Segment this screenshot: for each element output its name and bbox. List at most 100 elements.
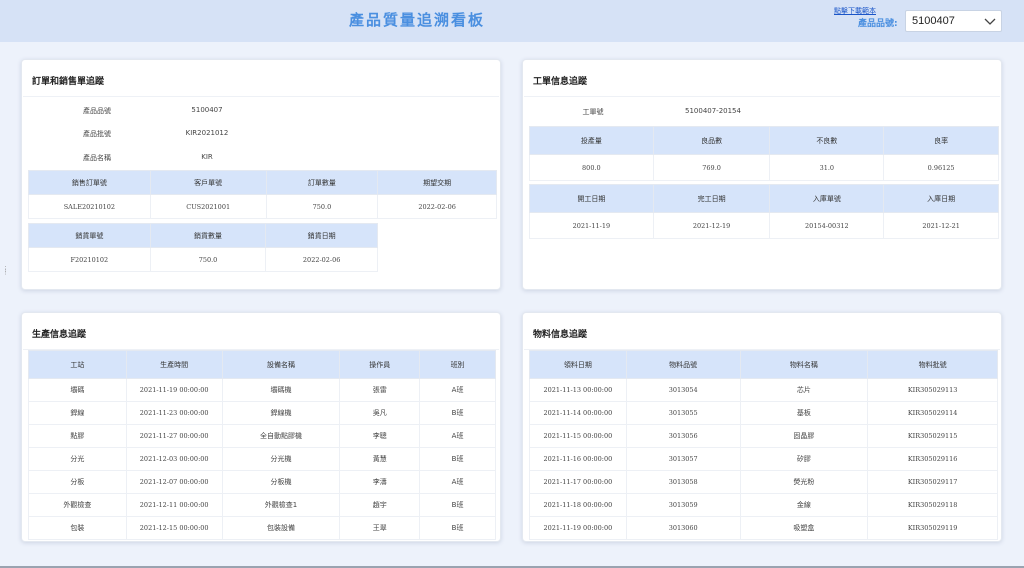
- table-cell: 2022-02-06: [377, 194, 497, 219]
- sales-delivery-table: 銷貨單號 銷貨數量 銷貨日期 F20210102 750.0 2022-02-0…: [28, 223, 378, 272]
- table-cell: 包裝設備: [221, 516, 341, 540]
- download-template-link[interactable]: 點擊下載範本: [834, 6, 876, 16]
- table-cell: 3013059: [625, 493, 741, 517]
- column-header: 物料名稱: [739, 350, 869, 379]
- table-cell: 3013058: [625, 470, 741, 494]
- table-row: 800.0 769.0 31.0 0.96125: [529, 154, 999, 181]
- table-cell: A班: [419, 424, 496, 448]
- column-header: 入庫日期: [883, 184, 999, 213]
- column-header: 工站: [28, 350, 127, 379]
- table-cell: 芯片: [739, 378, 869, 402]
- column-header: 投產量: [529, 126, 654, 155]
- column-header: 入庫單號: [769, 184, 885, 213]
- table-cell: 2021-11-17 00:00:00: [529, 470, 627, 494]
- column-header: 銷貨數量: [149, 223, 267, 248]
- column-header: 班別: [419, 350, 496, 379]
- product-code-value: 5100407: [912, 15, 955, 27]
- table-cell: 分板: [28, 470, 127, 494]
- table-cell: 3013057: [625, 447, 741, 471]
- production-table: 工站 生產時間 設備名稱 操作員 班別 壩碼 2021-11-19 00:00:…: [28, 350, 496, 540]
- table-cell: B班: [419, 401, 496, 425]
- column-header: 物料品號: [625, 350, 741, 379]
- table-cell: 銲線: [28, 401, 127, 425]
- table-cell: 2021-11-18 00:00:00: [529, 493, 627, 517]
- work-order-panel: 工單信息追蹤 工單號 5100407-20154 投產量 良品數 不良數 良率 …: [522, 59, 1002, 290]
- table-cell: 基板: [739, 401, 869, 425]
- page-title: 產品質量追溯看板: [348, 11, 485, 29]
- column-header: 領料日期: [529, 350, 627, 379]
- table-cell: KIR305029114: [867, 401, 998, 425]
- column-header: 銷售訂單號: [28, 170, 151, 195]
- table-row: 2021-11-19 00:00:00 3013060 吸塑盒 KIR30502…: [529, 516, 998, 540]
- column-header: 設備名稱: [221, 350, 341, 379]
- table-cell: 0.96125: [883, 154, 999, 181]
- column-header: 訂單數量: [265, 170, 379, 195]
- table-cell: 分板機: [221, 470, 341, 494]
- table-cell: 分光機: [221, 447, 341, 471]
- table-cell: 熒光粉: [739, 470, 869, 494]
- sales-order-table: 銷售訂單號 客戶單號 訂單數量 期望交期 SALE20210102 CUS202…: [28, 170, 497, 219]
- table-row: F20210102 750.0 2022-02-06: [28, 247, 378, 272]
- table-row: 2021-11-14 00:00:00 3013055 基板 KIR305029…: [529, 401, 998, 425]
- column-header: 良品數: [652, 126, 771, 155]
- table-cell: 銲線機: [221, 401, 341, 425]
- column-header: 銷貨單號: [28, 223, 151, 248]
- field-value: KIR: [201, 153, 213, 161]
- order-sales-panel: 訂單和銷售單追蹤 產品品號 5100407 產品批號 KIR2021012 產品…: [21, 59, 501, 290]
- field-label: 產品批號: [83, 130, 111, 138]
- table-row: 分板 2021-12-07 00:00:00 分板機 李濤 A班: [28, 470, 496, 494]
- table-cell: 750.0: [149, 247, 267, 272]
- field-value: 5100407-20154: [685, 107, 741, 115]
- table-cell: B班: [419, 516, 496, 540]
- product-code-label: 產品品號:: [858, 19, 898, 29]
- field-label: 產品品號: [83, 107, 111, 115]
- table-cell: 2021-12-03 00:00:00: [125, 447, 223, 471]
- table-cell: F20210102: [28, 247, 151, 272]
- table-cell: 800.0: [529, 154, 654, 181]
- column-header: 良率: [883, 126, 999, 155]
- drag-handle-icon[interactable]: ⋮ ⋮: [2, 266, 9, 278]
- chevron-down-icon: [984, 18, 996, 25]
- table-cell: 2021-11-19 00:00:00: [529, 516, 627, 540]
- panel-title: 訂單和銷售單追蹤: [32, 77, 105, 87]
- table-cell: 2021-12-11 00:00:00: [125, 493, 223, 517]
- table-cell: 黃慧: [339, 447, 421, 471]
- table-cell: B班: [419, 493, 496, 517]
- column-header: 客戶單號: [149, 170, 267, 195]
- table-cell: 769.0: [652, 154, 771, 181]
- table-cell: 3013054: [625, 378, 741, 402]
- field-value: KIR2021012: [185, 129, 229, 137]
- table-cell: 2021-11-14 00:00:00: [529, 401, 627, 425]
- table-cell: 張雷: [339, 378, 421, 402]
- column-header: 開工日期: [529, 184, 654, 213]
- table-cell: 2021-11-27 00:00:00: [125, 424, 223, 448]
- table-cell: 李濤: [339, 470, 421, 494]
- table-cell: 趙宇: [339, 493, 421, 517]
- field-value: 5100407: [191, 106, 223, 114]
- production-panel: 生產信息追蹤 工站 生產時間 設備名稱 操作員 班別 壩碼 2021-11-19…: [21, 312, 501, 542]
- table-row: 壩碼 2021-11-19 00:00:00 壩碼機 張雷 A班: [28, 378, 496, 402]
- table-cell: KIR305029118: [867, 493, 998, 517]
- material-table: 領料日期 物料品號 物料名稱 物料批號 2021-11-13 00:00:00 …: [529, 350, 998, 540]
- table-row: 2021-11-17 00:00:00 3013058 熒光粉 KIR30502…: [529, 470, 998, 494]
- work-date-table: 開工日期 完工日期 入庫單號 入庫日期 2021-11-19 2021-12-1…: [529, 184, 999, 239]
- table-cell: 外觀檢查1: [221, 493, 341, 517]
- table-row: 點膠 2021-11-27 00:00:00 全自動點膠機 李聰 A班: [28, 424, 496, 448]
- column-header: 期望交期: [377, 170, 497, 195]
- table-cell: 外觀檢查: [28, 493, 127, 517]
- table-row: 2021-11-13 00:00:00 3013054 芯片 KIR305029…: [529, 378, 998, 402]
- table-cell: 全自動點膠機: [221, 424, 341, 448]
- panel-title: 工單信息追蹤: [533, 77, 588, 87]
- table-row: 2021-11-19 2021-12-19 20154-00312 2021-1…: [529, 212, 999, 239]
- panel-title: 生產信息追蹤: [32, 330, 87, 340]
- table-row: 外觀檢查 2021-12-11 00:00:00 外觀檢查1 趙宇 B班: [28, 493, 496, 517]
- table-cell: 2021-12-21: [883, 212, 999, 239]
- table-cell: 2021-11-15 00:00:00: [529, 424, 627, 448]
- table-cell: 壩碼: [28, 378, 127, 402]
- table-row: 銲線 2021-11-23 00:00:00 銲線機 吳凡 B班: [28, 401, 496, 425]
- divider: [23, 96, 499, 97]
- product-code-select[interactable]: 5100407: [905, 10, 1002, 32]
- table-cell: 2021-12-15 00:00:00: [125, 516, 223, 540]
- table-cell: 3013055: [625, 401, 741, 425]
- table-cell: 王翠: [339, 516, 421, 540]
